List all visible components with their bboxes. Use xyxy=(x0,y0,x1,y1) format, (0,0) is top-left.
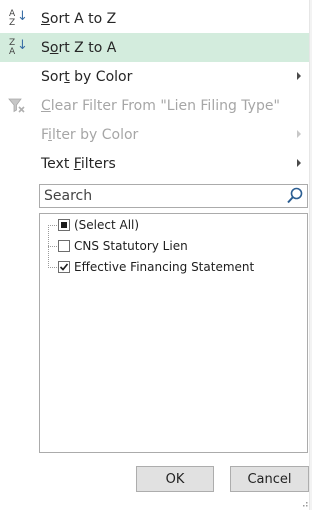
menu-item-clear-filter: Clear Filter From "Lien Filing Type" xyxy=(0,91,309,120)
menu-item-filter-by-color: Filter by Color xyxy=(0,120,309,149)
panel-edge xyxy=(309,0,312,510)
submenu-arrow-icon xyxy=(297,72,301,80)
menu-item-label: Filter by Color xyxy=(41,126,139,143)
checkbox-checked[interactable] xyxy=(58,261,70,273)
list-item[interactable]: Effective Financing Statement xyxy=(48,257,254,277)
filter-values-list: (Select All) CNS Statutory Lien Effectiv… xyxy=(39,213,308,453)
submenu-arrow-icon xyxy=(297,130,301,138)
menu-item-label: Sort Z to A xyxy=(41,39,117,56)
sort-descending-icon: Z A ↓ xyxy=(9,37,28,57)
menu-item-sort-by-color[interactable]: Sort by Color xyxy=(0,62,309,91)
menu-item-label: Clear Filter From "Lien Filing Type" xyxy=(41,97,280,114)
resize-grip-icon[interactable] xyxy=(300,499,308,507)
list-item-label: Effective Financing Statement xyxy=(74,260,255,274)
search-input[interactable] xyxy=(40,185,276,207)
search-box xyxy=(39,184,308,208)
menu-item-sort-a-to-z[interactable]: A Z ↓ Sort A to Z xyxy=(0,4,309,33)
menu-item-sort-z-to-a[interactable]: Z A ↓ Sort Z to A xyxy=(0,33,309,62)
menu-item-text-filters[interactable]: Text Filters xyxy=(0,149,309,178)
checkbox-partial[interactable] xyxy=(58,219,70,231)
list-item-label: CNS Statutory Lien xyxy=(74,239,188,253)
clear-filter-icon xyxy=(0,91,34,120)
menu-item-label: Sort by Color xyxy=(41,68,133,85)
list-item[interactable]: CNS Statutory Lien xyxy=(48,236,188,256)
submenu-arrow-icon xyxy=(297,159,301,167)
list-item-select-all[interactable]: (Select All) xyxy=(48,215,139,235)
cancel-button[interactable]: Cancel xyxy=(230,466,309,492)
ok-button[interactable]: OK xyxy=(136,466,214,492)
sort-ascending-icon: A Z ↓ xyxy=(9,8,28,28)
menu-item-label: Sort A to Z xyxy=(41,10,117,27)
menu-item-label: Text Filters xyxy=(41,155,116,172)
list-item-label: (Select All) xyxy=(74,218,140,232)
checkbox-unchecked[interactable] xyxy=(58,240,70,252)
checkmark-icon xyxy=(59,263,69,271)
filter-dropdown-panel: A Z ↓ Sort A to Z Z A ↓ Sort Z to A Sort by … xyxy=(0,0,312,510)
search-icon[interactable] xyxy=(285,186,305,206)
sort-filter-menu: A Z ↓ Sort A to Z Z A ↓ Sort Z to A Sort by … xyxy=(0,4,309,178)
